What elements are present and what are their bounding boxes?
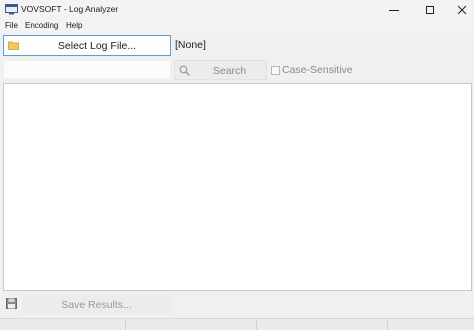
status-panel	[128, 319, 254, 330]
status-divider	[125, 321, 126, 330]
save-results-label: Save Results...	[61, 299, 132, 311]
selected-file-status: [None]	[175, 39, 206, 51]
app-window-icon	[5, 4, 18, 15]
menu-file[interactable]: File	[5, 21, 18, 30]
folder-icon	[8, 41, 19, 50]
maximize-icon	[426, 6, 434, 14]
select-log-file-button[interactable]: Select Log File...	[3, 35, 171, 56]
menu-encoding[interactable]: Encoding	[25, 21, 58, 30]
window-title: VOVSOFT - Log Analyzer	[21, 4, 119, 14]
search-button[interactable]: Search	[174, 60, 267, 80]
maximize-button[interactable]	[414, 0, 446, 20]
search-button-label: Search	[212, 65, 247, 77]
menu-bar: File Encoding Help	[0, 20, 474, 33]
menu-help[interactable]: Help	[66, 21, 82, 30]
search-input[interactable]	[3, 60, 171, 79]
select-log-file-label: Select Log File...	[57, 40, 137, 52]
magnifier-icon	[179, 65, 190, 76]
minimize-button[interactable]	[378, 0, 410, 20]
title-bar[interactable]: VOVSOFT - Log Analyzer	[0, 0, 474, 20]
status-panel	[390, 319, 470, 330]
case-sensitive-checkbox[interactable]	[271, 66, 280, 75]
status-panel	[259, 319, 385, 330]
status-bar	[0, 318, 474, 330]
status-divider	[387, 321, 388, 330]
status-panel	[4, 319, 124, 330]
close-button[interactable]	[446, 0, 474, 20]
minimize-icon	[389, 10, 399, 11]
case-sensitive-label[interactable]: Case-Sensitive	[282, 64, 353, 76]
results-text-area[interactable]	[3, 83, 472, 291]
status-divider	[256, 321, 257, 330]
save-results-button[interactable]: Save Results...	[22, 295, 171, 315]
floppy-disk-icon	[6, 298, 17, 309]
close-icon	[457, 5, 467, 15]
